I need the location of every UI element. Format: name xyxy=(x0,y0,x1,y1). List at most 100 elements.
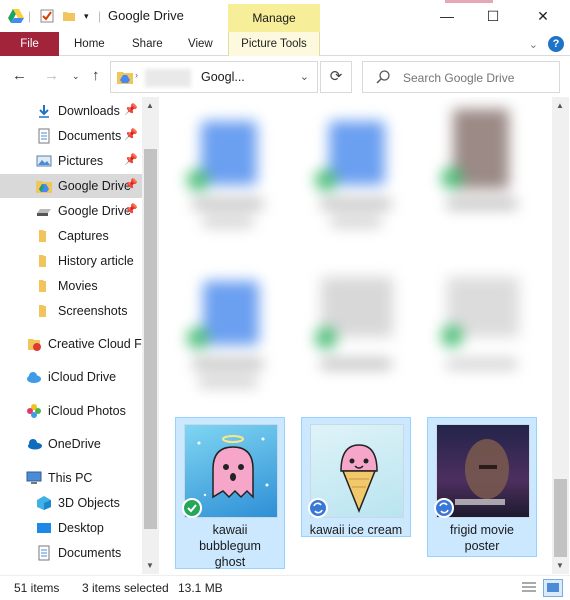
new-folder-icon[interactable] xyxy=(62,8,76,24)
google-drive-folder-icon xyxy=(117,70,133,87)
sidebar-item-creative-cloud[interactable]: Creative Cloud Fi xyxy=(0,332,142,356)
ribbon-tabs: File Home Share View Picture Tools ⌄ ? xyxy=(0,32,570,56)
folder-icon xyxy=(36,278,52,294)
file-name: kawaii bubblegum ghost xyxy=(199,523,261,569)
navigation-pane: Downloads 📌 Documents 📌 Pictures 📌 Googl… xyxy=(0,97,160,574)
item-count: 51 items xyxy=(14,581,60,595)
maximize-button[interactable]: ☐ xyxy=(470,0,516,32)
syncing-icon xyxy=(434,498,454,518)
forward-arrow-icon[interactable]: → xyxy=(44,67,59,84)
recent-locations-icon[interactable]: ⌄ xyxy=(72,71,80,82)
pin-icon: 📌 xyxy=(124,104,138,116)
file-name: kawaii ice cream xyxy=(309,523,403,537)
icloud-photos-icon xyxy=(26,403,42,419)
file-tile-kawaii-bubblegum-ghost[interactable]: kawaii bubblegum ghost xyxy=(175,417,285,569)
close-button[interactable]: ✕ xyxy=(520,0,566,32)
blurred-file[interactable] xyxy=(301,267,411,407)
sidebar-item-documents[interactable]: Documents 📌 xyxy=(0,124,142,148)
pin-icon: 📌 xyxy=(124,154,138,166)
sidebar-item-downloads[interactable]: Downloads 📌 xyxy=(0,99,142,123)
address-path: Googl... xyxy=(201,70,245,84)
3d-objects-icon xyxy=(36,495,52,511)
chevron-down-icon[interactable]: ⌄ xyxy=(300,70,309,83)
sidebar-item-icloud-drive[interactable]: iCloud Drive xyxy=(0,365,142,389)
desktop-icon xyxy=(36,520,52,536)
pictures-icon xyxy=(36,153,52,169)
drive-disk-icon xyxy=(36,203,52,219)
blurred-file[interactable] xyxy=(173,267,283,407)
sidebar-item-history-article[interactable]: History article xyxy=(0,249,142,273)
tab-picture-tools[interactable]: Picture Tools xyxy=(228,32,320,56)
blurred-file[interactable] xyxy=(301,107,411,247)
status-bar: 51 items 3 items selected 13.1 MB xyxy=(0,575,570,600)
folder-icon xyxy=(36,303,52,319)
google-drive-icon xyxy=(36,178,52,194)
file-tile-frigid-movie-poster[interactable]: frigid movie poster xyxy=(427,417,537,557)
back-arrow-icon[interactable]: ← xyxy=(12,67,27,84)
search-box[interactable] xyxy=(362,61,560,93)
selected-size: 13.1 MB xyxy=(178,581,223,595)
tab-share[interactable]: Share xyxy=(132,32,163,56)
folder-icon xyxy=(36,253,52,269)
pin-icon: 📌 xyxy=(124,179,138,191)
pin-icon: 📌 xyxy=(124,129,138,141)
sidebar-item-this-pc[interactable]: This PC xyxy=(0,466,142,490)
file-name: frigid movie poster xyxy=(450,523,514,553)
large-icons-view-icon[interactable] xyxy=(543,579,563,597)
scroll-up-icon[interactable]: ▲ xyxy=(556,101,564,110)
properties-icon[interactable] xyxy=(40,8,54,24)
folder-icon xyxy=(36,228,52,244)
blurred-file[interactable] xyxy=(427,267,537,407)
sidebar-item-google-drive-disk[interactable]: Google Drive 📌 xyxy=(0,199,142,223)
icloud-icon xyxy=(26,369,42,385)
tab-view[interactable]: View xyxy=(188,32,213,56)
chevron-right-icon: › xyxy=(135,70,138,80)
file-tile-kawaii-ice-cream[interactable]: kawaii ice cream xyxy=(301,417,411,537)
divider: | xyxy=(28,9,32,23)
scroll-down-icon[interactable]: ▼ xyxy=(556,561,564,570)
documents-icon xyxy=(36,545,52,561)
help-icon[interactable]: ? xyxy=(548,36,564,52)
selected-count: 3 items selected xyxy=(82,581,169,595)
minimize-button[interactable]: — xyxy=(424,0,470,32)
sidebar-item-desktop[interactable]: Desktop xyxy=(0,516,142,540)
sidebar-item-icloud-photos[interactable]: iCloud Photos xyxy=(0,399,142,423)
scroll-up-icon[interactable]: ▲ xyxy=(146,101,154,110)
search-icon xyxy=(375,69,391,88)
google-drive-app-icon xyxy=(8,8,24,24)
creative-cloud-icon xyxy=(26,336,42,352)
sidebar-item-captures[interactable]: Captures xyxy=(0,224,142,248)
tab-file[interactable]: File xyxy=(0,32,59,56)
scroll-down-icon[interactable]: ▼ xyxy=(146,561,154,570)
title-bar: | ▾ | Google Drive Manage — ☐ ✕ xyxy=(0,0,570,32)
file-view: kawaii bubblegum ghost kawaii ice cream xyxy=(163,97,552,574)
expand-ribbon-icon[interactable]: ⌄ xyxy=(529,38,538,51)
manage-tab[interactable]: Manage xyxy=(228,4,320,32)
divider: | xyxy=(98,9,102,23)
up-arrow-icon[interactable]: ↑ xyxy=(92,67,100,84)
sidebar-scrollbar[interactable]: ▲ ▼ xyxy=(142,97,159,574)
details-view-icon[interactable] xyxy=(520,579,540,597)
refresh-button[interactable]: ⟳ xyxy=(320,61,352,93)
blurred-file[interactable] xyxy=(427,107,537,247)
address-bar[interactable]: › Googl... ⌄ xyxy=(110,61,318,93)
window-title: Google Drive xyxy=(108,8,184,23)
blurred-file[interactable] xyxy=(173,107,283,247)
file-view-scroll-thumb[interactable] xyxy=(554,479,567,557)
sidebar-item-screenshots[interactable]: Screenshots xyxy=(0,299,142,323)
sidebar-scroll-thumb[interactable] xyxy=(144,149,157,529)
file-view-scrollbar[interactable]: ▲ ▼ xyxy=(552,97,569,574)
synced-check-icon xyxy=(182,498,202,518)
sidebar-item-pictures[interactable]: Pictures 📌 xyxy=(0,149,142,173)
pin-icon: 📌 xyxy=(124,204,138,216)
customize-toolbar-icon[interactable]: ▾ xyxy=(84,8,89,24)
sidebar-item-3d-objects[interactable]: 3D Objects xyxy=(0,491,142,515)
search-input[interactable] xyxy=(403,71,553,85)
sidebar-item-onedrive[interactable]: OneDrive xyxy=(0,432,142,456)
sidebar-item-google-drive[interactable]: Google Drive 📌 xyxy=(0,174,142,198)
sidebar-item-movies[interactable]: Movies xyxy=(0,274,142,298)
navigation-bar: ← → ⌄ ↑ › Googl... ⌄ ⟳ xyxy=(0,57,570,97)
tab-home[interactable]: Home xyxy=(74,32,105,56)
pc-icon xyxy=(26,470,42,486)
sidebar-item-documents-pc[interactable]: Documents xyxy=(0,541,142,565)
